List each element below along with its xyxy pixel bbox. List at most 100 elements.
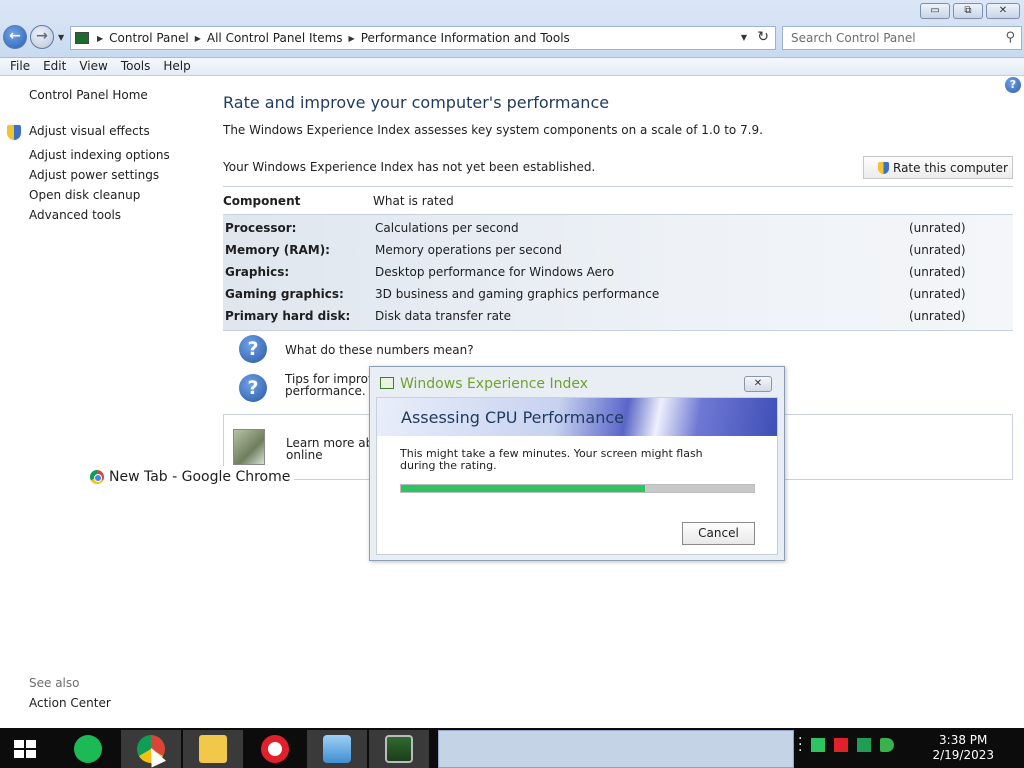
component-score: (unrated) <box>909 287 966 301</box>
clock-date: 2/19/2023 <box>932 748 994 762</box>
component-rated: Desktop performance for Windows Aero <box>375 265 615 279</box>
wei-dialog: Windows Experience Index ✕ Assessing CPU… <box>369 366 785 561</box>
tooltip-text: New Tab - Google Chrome <box>109 469 291 485</box>
breadcrumb-all-items[interactable]: All Control Panel Items <box>207 31 343 45</box>
dialog-body: Assessing CPU Performance This might tak… <box>376 397 778 555</box>
taskbar-control-panel[interactable] <box>307 730 367 768</box>
table-header: Component What is rated <box>223 186 1013 215</box>
chevron-right-icon[interactable]: ▶ <box>195 34 201 43</box>
tray-app-icon[interactable] <box>811 738 825 752</box>
forward-button[interactable]: → <box>30 25 54 49</box>
control-panel-home-link[interactable]: Control Panel Home <box>29 88 148 102</box>
component-score: (unrated) <box>909 309 966 323</box>
learn-line-2: online <box>286 448 323 462</box>
breadcrumb-control-panel[interactable]: Control Panel <box>109 31 189 45</box>
minimize-button[interactable]: ▭ <box>920 3 950 19</box>
search-icon[interactable]: ⚲ <box>1005 30 1015 45</box>
dialog-heading: Assessing CPU Performance <box>401 408 624 427</box>
assessment-progress-bar <box>400 484 755 493</box>
what-do-numbers-mean-link[interactable]: What do these numbers mean? <box>285 343 474 357</box>
dialog-close-button[interactable]: ✕ <box>744 376 772 392</box>
component-rated: Memory operations per second <box>375 243 562 257</box>
page-title: Rate and improve your computer's perform… <box>223 93 610 112</box>
component-score: (unrated) <box>909 243 966 257</box>
component-score: (unrated) <box>909 265 966 279</box>
close-button[interactable]: ✕ <box>986 3 1020 19</box>
component-name: Memory (RAM): <box>225 243 330 257</box>
dialog-title: Windows Experience Index <box>400 376 589 392</box>
table-row: Graphics: Desktop performance for Window… <box>223 261 1013 283</box>
chevron-right-icon[interactable]: ▶ <box>97 34 103 43</box>
address-bar[interactable]: ▶ Control Panel ▶ All Control Panel Item… <box>70 26 776 50</box>
window-controls: ▭ ⧉ ✕ <box>920 3 1020 19</box>
breadcrumb-performance[interactable]: Performance Information and Tools <box>361 31 570 45</box>
taskbar-file-explorer[interactable] <box>183 730 243 768</box>
taskbar-performance-tool[interactable] <box>369 730 429 768</box>
left-nav-pane: Control Panel Home Adjust visual effects… <box>0 76 205 728</box>
notes-app-icon <box>74 735 102 763</box>
refresh-icon[interactable]: ↻ <box>757 29 769 45</box>
learn-more-link[interactable]: Learn more abo online <box>286 437 381 461</box>
clock-time: 3:38 PM <box>939 733 988 747</box>
cancel-button[interactable]: Cancel <box>682 522 755 545</box>
table-row: Gaming graphics: 3D business and gaming … <box>223 283 1013 305</box>
system-tray: · · · <box>798 732 894 758</box>
component-name: Gaming graphics: <box>225 287 344 301</box>
uac-shield-icon <box>7 125 21 140</box>
adjust-indexing-options-link[interactable]: Adjust indexing options <box>29 148 170 162</box>
progress-fill <box>401 485 645 492</box>
menu-file[interactable]: File <box>4 58 36 75</box>
component-rated: Calculations per second <box>375 221 519 235</box>
adjust-visual-effects-link[interactable]: Adjust visual effects <box>29 124 150 138</box>
action-center-link[interactable]: Action Center <box>29 696 111 710</box>
clock[interactable]: 3:38 PM 2/19/2023 <box>932 733 994 763</box>
chevron-right-icon[interactable]: ▶ <box>349 34 355 43</box>
wei-status-text: Your Windows Experience Index has not ye… <box>223 160 596 174</box>
monitor-icon <box>385 735 413 763</box>
maximize-button[interactable]: ⧉ <box>953 3 983 19</box>
tray-overflow-icon[interactable]: · · · <box>798 732 802 758</box>
question-icon: ? <box>239 374 267 402</box>
component-name: Graphics: <box>225 265 290 279</box>
address-dropdown-icon[interactable]: ▼ <box>741 33 747 42</box>
page-description: The Windows Experience Index assesses ke… <box>223 123 763 137</box>
header-component: Component <box>223 193 301 208</box>
search-placeholder: Search Control Panel <box>791 31 916 45</box>
table-row: Primary hard disk: Disk data transfer ra… <box>223 305 1013 327</box>
recent-pages-dropdown[interactable]: ▼ <box>58 33 64 42</box>
table-body: Processor: Calculations per second (unra… <box>223 215 1013 331</box>
menu-help[interactable]: Help <box>157 58 196 75</box>
taskbar-notes-app[interactable] <box>58 730 118 768</box>
menu-bar: File Edit View Tools Help <box>0 58 1024 76</box>
dialog-banner: Assessing CPU Performance <box>377 398 777 436</box>
menu-edit[interactable]: Edit <box>37 58 72 75</box>
advanced-tools-link[interactable]: Advanced tools <box>29 208 121 222</box>
control-panel-icon <box>323 735 351 763</box>
rate-this-computer-button[interactable]: Rate this computer <box>863 156 1013 179</box>
adjust-power-settings-link[interactable]: Adjust power settings <box>29 168 159 182</box>
back-button[interactable]: ← <box>3 25 27 49</box>
open-disk-cleanup-link[interactable]: Open disk cleanup <box>29 188 140 202</box>
table-row: Memory (RAM): Memory operations per seco… <box>223 239 1013 261</box>
component-rated: 3D business and gaming graphics performa… <box>375 287 660 301</box>
taskbar-active-window[interactable] <box>438 730 794 768</box>
header-what-is-rated: What is rated <box>373 193 454 208</box>
question-icon: ? <box>239 335 267 363</box>
help-icon[interactable]: ? <box>1005 77 1021 93</box>
taskbar-opera[interactable] <box>245 730 305 768</box>
dialog-message: This might take a few minutes. Your scre… <box>400 447 703 472</box>
component-score: (unrated) <box>909 221 966 235</box>
software-box-icon <box>233 429 265 465</box>
menu-tools[interactable]: Tools <box>115 58 157 75</box>
opera-icon <box>261 735 289 763</box>
wei-app-icon <box>380 377 394 389</box>
menu-view[interactable]: View <box>73 58 113 75</box>
network-icon[interactable] <box>857 738 871 752</box>
flag-icon[interactable] <box>834 738 848 752</box>
folder-icon <box>199 735 227 763</box>
volume-icon[interactable] <box>880 738 894 752</box>
tips-for-improving-link[interactable]: Tips for improvi performance. <box>285 373 378 397</box>
start-button[interactable] <box>14 740 36 758</box>
tips-line-2: performance. <box>285 384 366 398</box>
search-input[interactable]: Search Control Panel ⚲ <box>782 26 1022 50</box>
